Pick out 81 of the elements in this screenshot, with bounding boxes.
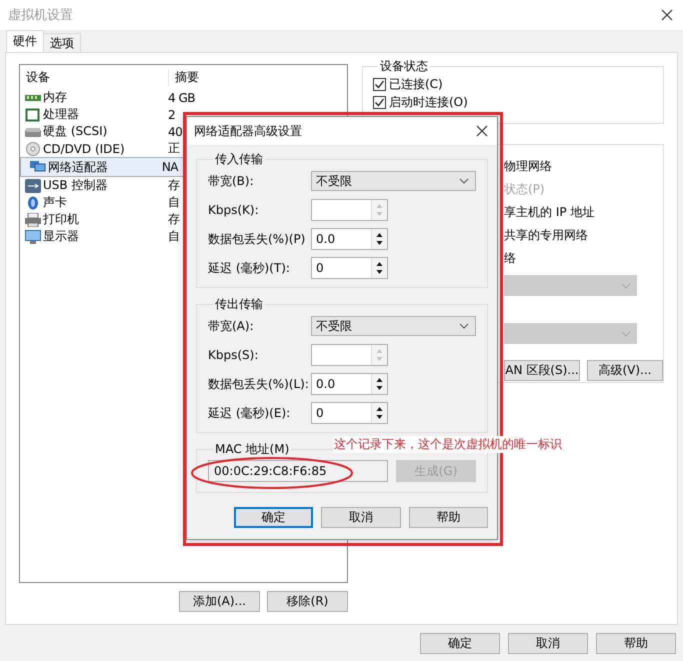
connection-button[interactable]: 高级(V)... bbox=[587, 360, 663, 381]
field-label: Kbps(K): bbox=[208, 203, 260, 217]
bandwidth-dropdown[interactable]: 不受限 bbox=[311, 316, 476, 336]
chevron-down-icon bbox=[621, 330, 631, 336]
number-field[interactable]: 0.0 bbox=[311, 373, 388, 395]
device-summary: 自 bbox=[168, 228, 180, 245]
device-summary: NA bbox=[162, 160, 178, 174]
field-label: 带宽(A): bbox=[208, 318, 255, 334]
device-name: 硬盘 (SCSI) bbox=[43, 123, 108, 140]
checkbox-label: 启动时连接(O) bbox=[389, 94, 468, 110]
field-label: 带宽(B): bbox=[208, 172, 255, 190]
device-summary: 4 GB bbox=[168, 90, 195, 104]
device-name: 处理器 bbox=[43, 106, 79, 123]
connection-button[interactable]: AN 区段(S)... bbox=[504, 360, 580, 381]
group-title: 设备状态 bbox=[379, 58, 429, 75]
option-label: 状态(P) bbox=[504, 181, 546, 198]
field-label: 数据包丢失(%)(P) bbox=[208, 230, 306, 248]
device-summary: 40 bbox=[168, 124, 182, 138]
device-name: CD/DVD (IDE) bbox=[43, 142, 125, 156]
field-label: 延迟 (毫秒)(T): bbox=[208, 260, 291, 276]
footer-button[interactable]: 确定 bbox=[420, 632, 500, 654]
disc-icon bbox=[25, 142, 41, 156]
tab[interactable]: 硬件 bbox=[6, 30, 44, 52]
footer-button[interactable]: 取消 bbox=[508, 632, 588, 654]
device-name: 打印机 bbox=[43, 211, 79, 228]
dialog-title: 网络适配器高级设置 bbox=[194, 122, 302, 140]
spin-arrows-icon[interactable] bbox=[371, 374, 387, 394]
processor-icon bbox=[25, 108, 41, 122]
checkbox-label: 已连接(C) bbox=[389, 76, 443, 92]
printer-icon bbox=[25, 212, 41, 226]
device-summary: 存 bbox=[168, 177, 180, 194]
field-label: 延迟 (毫秒)(E): bbox=[208, 404, 292, 422]
device-name: USB 控制器 bbox=[43, 177, 108, 194]
annotation-text: 这个记录下来，这个是次虚拟机的唯一标识 bbox=[333, 436, 563, 453]
device-summary: 2 bbox=[168, 108, 176, 122]
spin-arrows-icon[interactable] bbox=[371, 229, 387, 249]
tab[interactable]: 选项 bbox=[43, 33, 81, 52]
dialog-button[interactable]: 确定 bbox=[234, 507, 314, 528]
column-header[interactable]: 摘要 bbox=[169, 69, 199, 86]
option-label: 共享的专用网络 bbox=[504, 227, 589, 244]
mac-address-field[interactable]: 00:0C:29:C8:F6:85 bbox=[208, 460, 388, 482]
option-label: 物理网络 bbox=[504, 158, 553, 175]
device-name: 声卡 bbox=[43, 194, 67, 211]
device-row[interactable]: 网络适配器 NA bbox=[20, 157, 185, 177]
monitor-icon bbox=[25, 230, 41, 244]
checkbox[interactable] bbox=[373, 96, 386, 108]
spin-arrows-icon[interactable] bbox=[371, 258, 387, 278]
number-field[interactable]: 0 bbox=[311, 402, 388, 424]
close-icon[interactable] bbox=[476, 125, 488, 137]
chevron-down-icon bbox=[459, 178, 469, 184]
device-summary: 自 bbox=[168, 194, 180, 211]
list-button[interactable]: 移除(R) bbox=[267, 591, 348, 612]
device-name: 网络适配器 bbox=[48, 158, 108, 176]
dialog-button[interactable]: 帮助 bbox=[408, 507, 488, 528]
device-summary: 正 bbox=[168, 140, 180, 157]
chevron-down-icon bbox=[621, 282, 631, 288]
device-name: 内存 bbox=[43, 89, 67, 106]
window-title: 虚拟机设置 bbox=[8, 7, 73, 24]
option-label: 络 bbox=[504, 250, 517, 267]
group-title: 传出传输 bbox=[214, 296, 264, 313]
list-button[interactable]: 添加(A)... bbox=[179, 591, 260, 612]
footer-button[interactable]: 帮助 bbox=[596, 632, 676, 654]
close-icon[interactable] bbox=[661, 9, 673, 21]
group-title: MAC 地址(M) bbox=[214, 441, 290, 458]
option-label: 享主机的 IP 地址 bbox=[504, 204, 596, 221]
network-icon bbox=[30, 160, 46, 174]
number-field[interactable]: 0.0 bbox=[311, 228, 388, 250]
bandwidth-dropdown[interactable]: 不受限 bbox=[311, 171, 476, 191]
number-field[interactable]: 0 bbox=[311, 257, 388, 279]
field-label: 数据包丢失(%)(L): bbox=[208, 376, 310, 392]
chevron-down-icon bbox=[459, 323, 469, 329]
device-row[interactable]: 内存 4 GB bbox=[20, 89, 347, 106]
column-header[interactable]: 设备 bbox=[20, 69, 169, 86]
device-row[interactable]: 处理器 2 bbox=[20, 106, 347, 123]
dialog-button[interactable]: 取消 bbox=[321, 507, 401, 528]
spin-arrows-icon[interactable] bbox=[371, 403, 387, 423]
field-label: Kbps(S): bbox=[208, 348, 260, 362]
device-name: 显示器 bbox=[43, 228, 79, 245]
device-summary: 存 bbox=[168, 211, 180, 228]
group-title: 传入传输 bbox=[214, 151, 264, 168]
checkbox[interactable] bbox=[373, 78, 386, 90]
